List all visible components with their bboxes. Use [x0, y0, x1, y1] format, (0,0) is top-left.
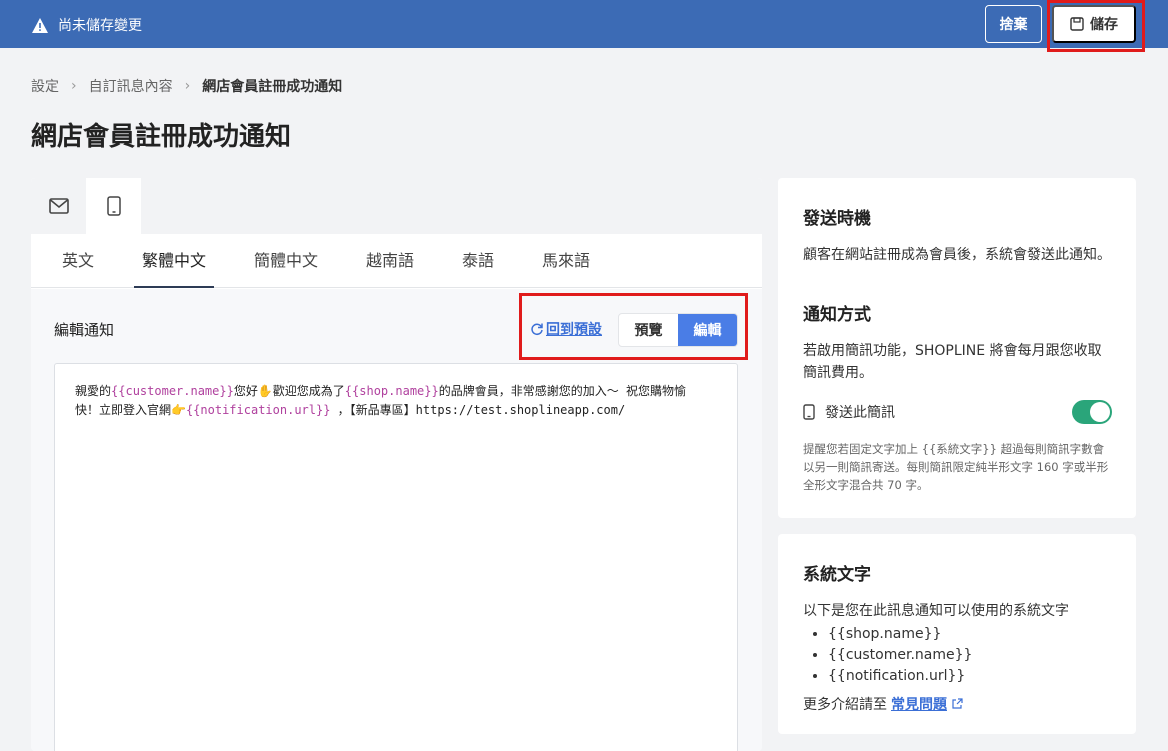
reset-default-link[interactable]: 回到預設 [530, 319, 602, 339]
editor-card: 英文 繁體中文 簡體中文 越南語 泰語 馬來語 編輯通知 回到預設 預覽 編輯 … [31, 178, 762, 751]
message-text: ，【新品專區】https://test.shoplineapp.com/ [330, 403, 626, 417]
reset-default-label: 回到預設 [546, 322, 602, 338]
faq-prefix: 更多介紹請至 [803, 697, 887, 713]
message-editor[interactable]: 親愛的{{customer.name}}您好✋歡迎您成為了{{shop.name… [54, 363, 738, 751]
tab-english[interactable]: 英文 [62, 234, 94, 288]
list-item: {{shop.name}} [828, 624, 972, 645]
system-variables-card: 系統文字 以下是您在此訊息通知可以使用的系統文字 {{shop.name}} {… [778, 534, 1136, 734]
refresh-icon [531, 323, 543, 336]
warning-icon [32, 17, 48, 33]
system-vars-title: 系統文字 [803, 565, 871, 585]
unsaved-warning-text: 尚未儲存變更 [58, 18, 142, 34]
tab-sms[interactable] [86, 178, 141, 234]
mode-toggle: 預覽 編輯 [618, 313, 738, 347]
method-text-line1: 若啟用簡訊功能，SHOPLINE 將會每月跟您收取 [803, 343, 1102, 359]
tab-simplified-chinese[interactable]: 簡體中文 [254, 234, 318, 288]
message-text: 您好✋歡迎您成為了 [233, 384, 345, 398]
message-text: 快！立即登入官網👉 [75, 403, 186, 417]
message-text: 的品牌會員，非常感謝您的加入～ 祝您購物愉 [438, 384, 686, 398]
save-highlight-box [1047, 0, 1145, 52]
faq-row: 更多介紹請至 常見問題 [803, 694, 963, 714]
chevron-right-icon: › [184, 78, 191, 94]
method-text-line2: 簡訊費用。 [803, 365, 873, 381]
method-title: 通知方式 [803, 305, 871, 325]
variable-notification-url: {{notification.url}} [185, 403, 331, 417]
breadcrumb-current: 網店會員註冊成功通知 [202, 79, 343, 95]
sms-length-note: 提醒您若固定文字加上 {{系統文字}} 超過每則簡訊字數會以另一則簡訊寄送。每則… [803, 442, 1109, 492]
tab-traditional-chinese[interactable]: 繁體中文 [134, 234, 214, 288]
edit-notification-label: 編輯通知 [54, 321, 115, 339]
mobile-icon [803, 404, 815, 420]
page-title: 網店會員註冊成功通知 [31, 122, 292, 152]
language-tabs: 英文 繁體中文 簡體中文 越南語 泰語 馬來語 [31, 234, 762, 288]
settings-card: 發送時機 顧客在網站註冊成為會員後，系統會發送此通知。 通知方式 若啟用簡訊功能… [778, 178, 1136, 518]
system-vars-intro: 以下是您在此訊息通知可以使用的系統文字 [803, 603, 1069, 619]
breadcrumb-custom-messages[interactable]: 自訂訊息內容 [89, 76, 173, 96]
send-sms-toggle[interactable] [1072, 400, 1112, 424]
external-link-icon[interactable] [951, 698, 963, 710]
mobile-icon [106, 196, 121, 216]
chevron-right-icon: › [71, 78, 77, 94]
channel-tabs [31, 178, 762, 234]
tab-vietnamese[interactable]: 越南語 [366, 234, 414, 288]
edit-button[interactable]: 編輯 [678, 314, 737, 346]
breadcrumb: 設定 › 自訂訊息內容 › 網店會員註冊成功通知 [31, 76, 342, 96]
tab-malay[interactable]: 馬來語 [542, 234, 590, 288]
message-text: 親愛的 [75, 384, 112, 398]
mail-icon [48, 198, 69, 214]
tab-thai[interactable]: 泰語 [462, 234, 494, 288]
system-vars-list: {{shop.name}} {{customer.name}} {{notifi… [828, 624, 972, 687]
send-sms-label: 發送此簡訊 [825, 405, 895, 421]
variable-shop-name: {{shop.name}} [344, 384, 439, 398]
preview-button[interactable]: 預覽 [619, 314, 678, 346]
editor-body: 編輯通知 回到預設 預覽 編輯 親愛的{{customer.name}}您好✋歡… [31, 289, 762, 751]
faq-link[interactable]: 常見問題 [891, 694, 947, 714]
discard-button[interactable]: 捨棄 [985, 5, 1042, 43]
send-sms-row: 發送此簡訊 [803, 402, 895, 422]
timing-title: 發送時機 [803, 209, 871, 229]
timing-text: 顧客在網站註冊成為會員後，系統會發送此通知。 [803, 247, 1111, 263]
variable-customer-name: {{customer.name}} [111, 384, 234, 398]
unsaved-warning: 尚未儲存變更 [32, 15, 142, 35]
list-item: {{customer.name}} [828, 645, 972, 666]
list-item: {{notification.url}} [828, 666, 972, 687]
top-bar: 尚未儲存變更 捨棄 儲存 [0, 0, 1168, 48]
breadcrumb-settings[interactable]: 設定 [31, 76, 59, 96]
tab-email[interactable] [31, 178, 86, 234]
